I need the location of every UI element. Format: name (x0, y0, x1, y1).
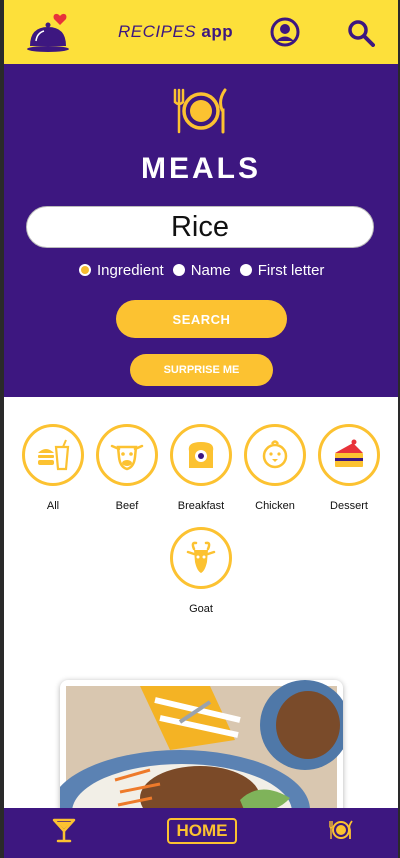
category-goat-label: Goat (189, 603, 213, 615)
category-breakfast-circle[interactable] (170, 424, 232, 486)
category-chicken[interactable]: Chicken (238, 424, 312, 512)
category-dessert[interactable]: Dessert (312, 424, 386, 512)
category-breakfast[interactable]: Breakfast (164, 424, 238, 512)
radio-first-letter[interactable] (239, 264, 252, 276)
top-bar: RECIPES app (4, 0, 398, 64)
category-all[interactable]: All (16, 424, 90, 512)
chick-icon (262, 440, 288, 469)
radio-first-letter-label[interactable]: First letter (258, 262, 325, 279)
search-input[interactable] (26, 206, 374, 248)
category-chicken-label: Chicken (255, 500, 295, 512)
category-beef-label: Beef (115, 500, 139, 512)
search-button[interactable]: SEARCH (116, 300, 287, 338)
app-frame: RECIPES app MEALS Ingredient Name (4, 0, 398, 858)
radio-ingredient-label[interactable]: Ingredient (97, 262, 164, 279)
cocktail-icon[interactable] (52, 817, 76, 843)
page-title: MEALS (141, 152, 261, 185)
app-title-part-2: app (201, 22, 234, 41)
radio-name-label[interactable]: Name (191, 262, 231, 279)
cloche-heart-icon[interactable] (26, 12, 72, 56)
radio-name[interactable] (172, 264, 185, 276)
app-title-part-1: RECIPES (118, 22, 197, 41)
category-chicken-circle[interactable] (244, 424, 306, 486)
category-all-label: All (46, 500, 60, 512)
fast-food-icon (38, 439, 70, 471)
category-dessert-label: Dessert (330, 500, 368, 512)
category-goat[interactable]: Goat (164, 527, 238, 615)
category-beef[interactable]: Beef (90, 424, 164, 512)
profile-icon[interactable] (270, 17, 300, 47)
plate-cutlery-icon[interactable] (328, 819, 354, 841)
cake-icon (335, 439, 363, 467)
toast-icon (188, 442, 214, 468)
cow-icon (110, 444, 144, 471)
app-title: RECIPES app (118, 22, 233, 42)
category-beef-circle[interactable] (96, 424, 158, 486)
search-icon[interactable] (347, 19, 375, 47)
surprise-me-button[interactable]: SURPRISE ME (130, 354, 273, 386)
goat-icon (186, 541, 216, 573)
meals-search-panel: MEALS Ingredient Name First letter SEARC… (4, 64, 398, 397)
home-button[interactable]: HOME (167, 818, 237, 844)
category-goat-circle[interactable] (170, 527, 232, 589)
bottom-nav: HOME (4, 808, 398, 858)
category-breakfast-label: Breakfast (177, 500, 225, 512)
radio-ingredient[interactable] (79, 264, 91, 276)
plate-cutlery-icon (173, 88, 227, 134)
category-all-circle[interactable] (22, 424, 84, 486)
search-type-radio-group: Ingredient Name First letter (79, 260, 333, 280)
category-dessert-circle[interactable] (318, 424, 380, 486)
